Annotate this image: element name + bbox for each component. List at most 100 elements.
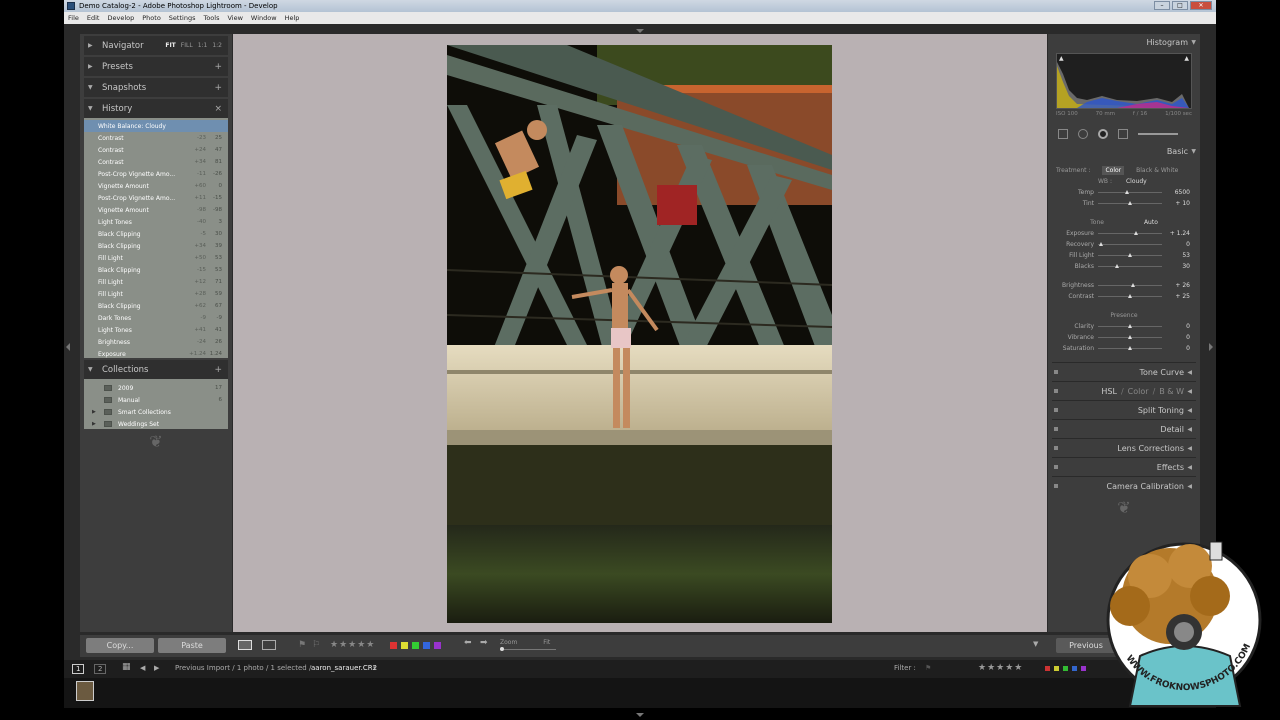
saturation-value[interactable]: 0: [1186, 345, 1190, 352]
detail-header[interactable]: Detail ◀: [1052, 419, 1196, 438]
history-item[interactable]: Light Tones -40 3: [84, 216, 228, 228]
previous-photo-icon[interactable]: ⬅: [464, 638, 474, 648]
vibrance-slider[interactable]: [1098, 335, 1162, 339]
shadow-clipping-icon[interactable]: ▲: [1059, 55, 1064, 62]
yellow-filter-icon[interactable]: [1054, 666, 1059, 671]
blue-filter-icon[interactable]: [1072, 666, 1077, 671]
snapshots-header[interactable]: ▼ Snapshots +: [84, 78, 228, 97]
history-item[interactable]: Exposure +1.24 1.24: [84, 348, 228, 360]
history-item[interactable]: Contrast -23 25: [84, 132, 228, 144]
red-filter-icon[interactable]: [1045, 666, 1050, 671]
screen-2-button[interactable]: 2: [94, 664, 107, 674]
source-path[interactable]: Previous Import / 1 photo / 1 selected /: [175, 664, 311, 672]
filter-rating[interactable]: ★★★★★: [978, 663, 1023, 673]
panel-switch-icon[interactable]: [1054, 484, 1058, 488]
grid-view-icon[interactable]: ▦: [122, 662, 131, 672]
crop-tool-icon[interactable]: [1058, 129, 1068, 139]
histogram-header[interactable]: Histogram ▼: [1048, 34, 1200, 51]
zoom-control[interactable]: Zoom Fit: [500, 639, 556, 651]
recovery-slider-thumb[interactable]: [1099, 242, 1104, 246]
brightness-slider-thumb[interactable]: [1131, 283, 1136, 287]
tint-slider-thumb[interactable]: [1128, 201, 1132, 205]
menu-tools[interactable]: Tools: [203, 14, 219, 22]
navigator-header[interactable]: ▶ Navigator FIT FILL 1:1 1:2: [84, 36, 228, 55]
next-photo-icon[interactable]: ➡: [480, 638, 490, 648]
panel-switch-icon[interactable]: [1054, 427, 1058, 431]
history-item[interactable]: Post-Crop Vignette Amo... +11 -15: [84, 192, 228, 204]
bottom-panel-toggle-icon[interactable]: [636, 713, 644, 717]
clarity-value[interactable]: 0: [1186, 323, 1190, 330]
screen-1-button[interactable]: 1: [72, 664, 85, 674]
before-after-view-icon[interactable]: [262, 640, 276, 650]
menu-window[interactable]: Window: [251, 14, 277, 22]
fill-light-value[interactable]: 53: [1182, 252, 1190, 259]
add-collection-icon[interactable]: +: [214, 365, 222, 375]
temp-value[interactable]: 6500: [1175, 189, 1190, 196]
toolbar-menu-icon[interactable]: ▼: [1033, 640, 1041, 650]
right-panel-toggle-icon[interactable]: [1209, 343, 1213, 351]
history-item[interactable]: Post-Crop Vignette Amo... -11 -26: [84, 168, 228, 180]
zoom-1-1-option[interactable]: 1:1: [198, 42, 208, 49]
panel-switch-icon[interactable]: [1054, 465, 1058, 469]
basic-header[interactable]: Basic ▼: [1048, 143, 1200, 160]
copy-settings-button[interactable]: Copy...: [86, 638, 154, 653]
photo-rating[interactable]: ★★★★★: [330, 640, 375, 650]
purple-filter-icon[interactable]: [1081, 666, 1086, 671]
history-item[interactable]: Brightness -24 26: [84, 336, 228, 348]
zoom-slider-thumb[interactable]: [500, 647, 504, 651]
filmstrip-thumbnail[interactable]: [76, 681, 94, 701]
history-item[interactable]: Black Clipping +62 67: [84, 300, 228, 312]
contrast-slider-thumb[interactable]: [1128, 294, 1132, 298]
collection-item[interactable]: 2009 17: [84, 382, 228, 394]
vibrance-slider-thumb[interactable]: [1128, 335, 1132, 339]
history-item[interactable]: Fill Light +28 59: [84, 288, 228, 300]
loupe-view-icon[interactable]: [238, 640, 252, 650]
exposure-slider-thumb[interactable]: [1134, 231, 1139, 235]
paste-settings-button[interactable]: Paste: [158, 638, 226, 653]
expand-icon[interactable]: ▶: [92, 421, 98, 427]
menu-view[interactable]: View: [227, 14, 242, 22]
adjustment-brush-tool-icon[interactable]: [1138, 133, 1178, 135]
history-item[interactable]: Black Clipping +34 39: [84, 240, 228, 252]
red-label-icon[interactable]: [390, 642, 397, 649]
contrast-slider[interactable]: [1098, 294, 1162, 298]
collection-item[interactable]: Manual 6: [84, 394, 228, 406]
minimize-button[interactable]: –: [1154, 1, 1170, 10]
history-item[interactable]: Fill Light +50 53: [84, 252, 228, 264]
menu-settings[interactable]: Settings: [169, 14, 196, 22]
treatment-color-option[interactable]: Color: [1102, 165, 1125, 175]
color-tab[interactable]: Color: [1128, 387, 1149, 396]
clear-history-icon[interactable]: ×: [214, 104, 222, 114]
hsl-header[interactable]: HSL / Color / B & W ◀: [1052, 381, 1196, 400]
main-photo[interactable]: [447, 45, 832, 623]
recovery-value[interactable]: 0: [1186, 241, 1190, 248]
filmstrip-forward-icon[interactable]: ▶: [154, 664, 159, 672]
temp-slider-thumb[interactable]: [1124, 190, 1129, 194]
flag-reject-icon[interactable]: ⚐: [312, 640, 322, 650]
saturation-slider[interactable]: [1098, 346, 1162, 350]
menu-photo[interactable]: Photo: [142, 14, 161, 22]
yellow-label-icon[interactable]: [401, 642, 408, 649]
history-item[interactable]: Vignette Amount -98 -98: [84, 204, 228, 216]
bw-tab[interactable]: B & W: [1159, 387, 1184, 396]
clarity-slider[interactable]: [1098, 324, 1162, 328]
maximize-button[interactable]: □: [1172, 1, 1188, 10]
effects-header[interactable]: Effects ◀: [1052, 457, 1196, 476]
brightness-value[interactable]: + 26: [1175, 282, 1190, 289]
panel-switch-icon[interactable]: [1054, 370, 1058, 374]
treatment-bw-option[interactable]: Black & White: [1136, 167, 1178, 174]
history-item[interactable]: Black Clipping -15 53: [84, 264, 228, 276]
saturation-slider-thumb[interactable]: [1128, 346, 1132, 350]
purple-label-icon[interactable]: [434, 642, 441, 649]
panel-switch-icon[interactable]: [1054, 446, 1058, 450]
menu-develop[interactable]: Develop: [107, 14, 134, 22]
clarity-slider-thumb[interactable]: [1128, 324, 1132, 328]
contrast-value[interactable]: + 25: [1175, 293, 1190, 300]
add-snapshot-icon[interactable]: +: [214, 83, 222, 93]
recovery-slider[interactable]: [1098, 242, 1162, 246]
highlight-clipping-icon[interactable]: ▲: [1184, 55, 1189, 62]
zoom-1-2-option[interactable]: 1:2: [212, 42, 222, 49]
history-header[interactable]: ▼ History ×: [84, 99, 228, 118]
history-item[interactable]: Vignette Amount +60 0: [84, 180, 228, 192]
blacks-value[interactable]: 30: [1182, 263, 1190, 270]
